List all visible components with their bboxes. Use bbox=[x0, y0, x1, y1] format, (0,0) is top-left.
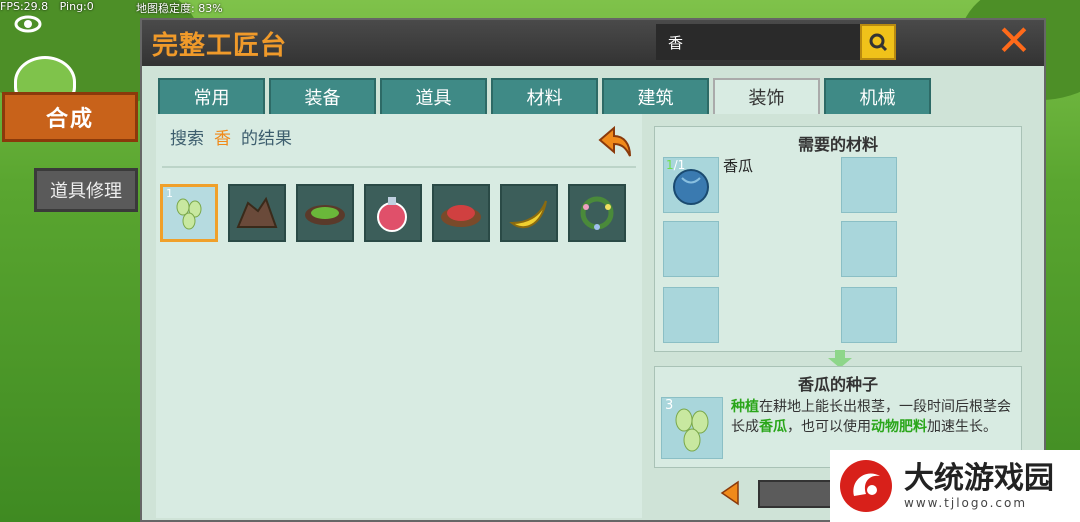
result-description: 种植在耕地上能长出根茎，一段时间后根茎会长成香瓜，也可以使用动物肥料加速生长。 bbox=[731, 397, 1019, 437]
tab-machinery[interactable]: 机械 bbox=[824, 78, 931, 114]
tab-materials[interactable]: 材料 bbox=[491, 78, 598, 114]
ping-readout: Ping:0 bbox=[59, 0, 94, 13]
material-count: 1/1 bbox=[666, 158, 685, 172]
material-slot-melon[interactable]: 1/1 bbox=[663, 157, 719, 213]
workbench-window: 完整工匠台 ✕ 常用 装备 道具 材料 建筑 装饰 机械 搜索香的结果 1 bbox=[140, 18, 1046, 522]
tab-decoration[interactable]: 装饰 bbox=[713, 78, 820, 114]
side-tab-repair[interactable]: 道具修理 bbox=[34, 168, 138, 212]
decrease-arrow-icon[interactable] bbox=[720, 480, 740, 506]
map-stability-readout: 地图稳定度: 83% bbox=[136, 2, 223, 15]
search-button[interactable] bbox=[860, 24, 896, 60]
meat-dish-icon bbox=[441, 205, 481, 227]
banana-icon bbox=[509, 200, 547, 229]
recipe-item-melon-seed[interactable]: 1 bbox=[160, 184, 218, 242]
recipe-list-panel: 搜索香的结果 1 bbox=[156, 114, 642, 518]
material-slot-empty[interactable] bbox=[663, 221, 719, 277]
material-have-count: 1 bbox=[666, 158, 674, 172]
category-tabs: 常用 装备 道具 材料 建筑 装饰 机械 bbox=[158, 78, 931, 114]
tab-equipment[interactable]: 装备 bbox=[269, 78, 376, 114]
close-button[interactable]: ✕ bbox=[992, 20, 1036, 62]
desc-highlight: 动物肥料 bbox=[871, 419, 927, 435]
side-tab-craft[interactable]: 合成 bbox=[2, 92, 138, 142]
seed-icon bbox=[176, 198, 202, 230]
search-result-prefix: 搜索 bbox=[170, 129, 204, 149]
potion-icon bbox=[377, 197, 407, 232]
material-slot-empty[interactable] bbox=[841, 157, 897, 213]
search-result-label: 搜索香的结果 bbox=[170, 124, 292, 149]
result-count: 3 bbox=[665, 398, 674, 413]
desc-highlight: 香瓜 bbox=[759, 419, 787, 435]
desc-text: ，也可以使用 bbox=[787, 419, 871, 435]
watermark: 大统游戏园 www.tjlogo.com bbox=[830, 450, 1080, 522]
result-title: 香瓜的种子 bbox=[797, 375, 878, 394]
tab-common[interactable]: 常用 bbox=[158, 78, 265, 114]
result-item-slot[interactable]: 3 bbox=[661, 397, 723, 459]
recipe-grid: 1 bbox=[160, 184, 626, 242]
fps-readout: FPS:29.8 bbox=[0, 0, 49, 13]
materials-title: 需要的材料 bbox=[797, 135, 878, 154]
recipe-item[interactable] bbox=[228, 184, 286, 242]
recipe-item[interactable] bbox=[432, 184, 490, 242]
material-name: 香瓜 bbox=[723, 157, 754, 175]
eye-icon[interactable] bbox=[14, 14, 42, 34]
watermark-text: 大统游戏园 www.tjlogo.com bbox=[904, 461, 1054, 511]
watermark-url: www.tjlogo.com bbox=[904, 496, 1028, 510]
watermark-logo-icon bbox=[840, 460, 892, 512]
divider bbox=[162, 166, 636, 168]
recipe-item[interactable] bbox=[364, 184, 422, 242]
wreath-icon bbox=[580, 196, 614, 230]
search-result-keyword: 香 bbox=[214, 129, 231, 149]
material-slot-empty[interactable] bbox=[841, 287, 897, 343]
watermark-title: 大统游戏园 bbox=[904, 461, 1054, 496]
material-need-count: /1 bbox=[673, 158, 686, 172]
back-arrow-icon[interactable] bbox=[592, 122, 636, 162]
window-title: 完整工匠台 bbox=[152, 31, 288, 61]
dish-icon bbox=[305, 205, 345, 225]
tab-tools[interactable]: 道具 bbox=[380, 78, 487, 114]
recipe-item[interactable] bbox=[568, 184, 626, 242]
rock-icon bbox=[236, 196, 278, 228]
desc-text: 加速生长。 bbox=[927, 419, 997, 435]
hud-stats: FPS:29.8 Ping:0 地图稳定度: 83% bbox=[0, 0, 223, 15]
recipe-item[interactable] bbox=[296, 184, 354, 242]
desc-highlight: 种植 bbox=[731, 399, 759, 415]
required-materials-panel: 需要的材料 1/1 香瓜 bbox=[654, 126, 1022, 352]
material-slot-empty[interactable] bbox=[841, 221, 897, 277]
tab-building[interactable]: 建筑 bbox=[602, 78, 709, 114]
item-count: 1 bbox=[166, 187, 173, 200]
title-bar: 完整工匠台 ✕ bbox=[142, 20, 1044, 66]
search-icon bbox=[869, 33, 888, 52]
material-slot-empty[interactable] bbox=[663, 287, 719, 343]
recipe-item[interactable] bbox=[500, 184, 558, 242]
search-result-suffix: 的结果 bbox=[241, 129, 292, 149]
